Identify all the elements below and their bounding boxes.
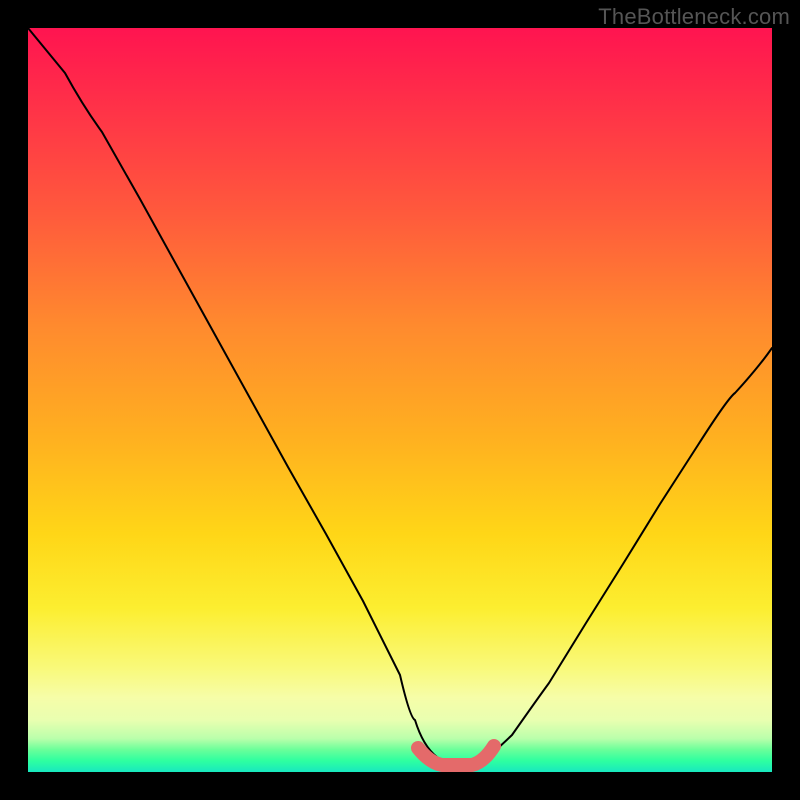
plot-area: [28, 28, 772, 772]
curve-layer: [28, 28, 772, 772]
bottleneck-curve: [28, 28, 772, 768]
chart-frame: TheBottleneck.com: [0, 0, 800, 800]
watermark-text: TheBottleneck.com: [598, 4, 790, 30]
